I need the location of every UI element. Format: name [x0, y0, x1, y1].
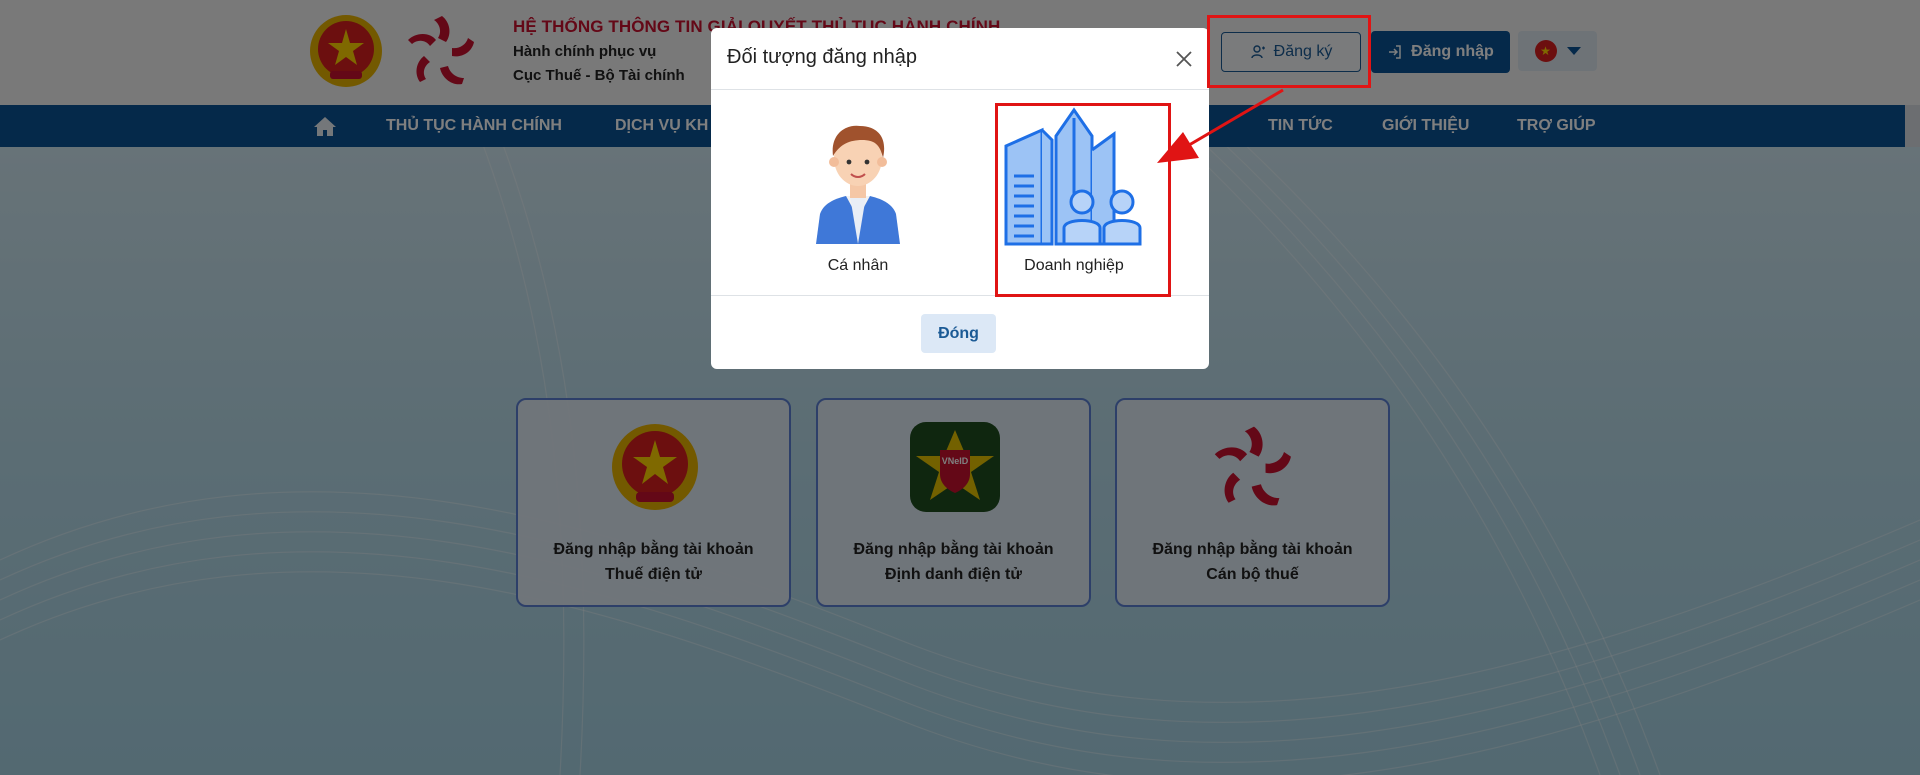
option-individual-label: Cá nhân [827, 257, 889, 274]
person-icon [816, 125, 900, 244]
modal-title: Đối tượng đăng nhập [727, 46, 917, 68]
modal-divider [711, 89, 1209, 90]
page: HỆ THỐNG THÔNG TIN GIẢI QUYẾT THỦ TỤC HÀ… [0, 0, 1920, 775]
close-button[interactable]: Đóng [921, 314, 996, 353]
register-highlight-box [1207, 15, 1371, 88]
business-highlight-box [995, 103, 1171, 297]
option-individual[interactable]: Cá nhân [778, 106, 938, 286]
close-icon[interactable] [1173, 48, 1195, 70]
